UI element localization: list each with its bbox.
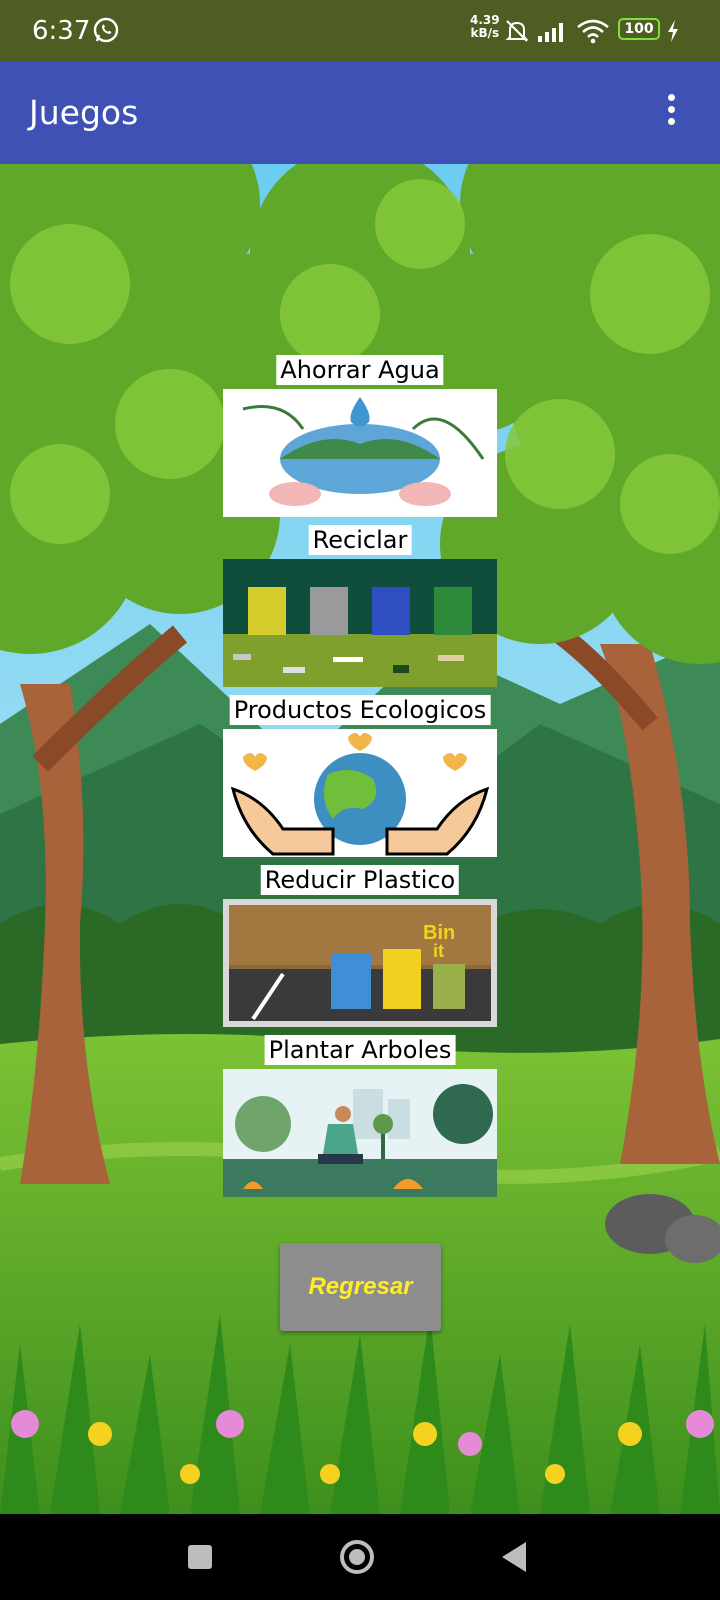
status-bar: 6:37 4.39 kB/s 100 xyxy=(0,0,720,62)
navigation-bar xyxy=(0,1514,720,1600)
earth-water-drop-hands-icon xyxy=(223,389,497,517)
whatsapp-icon xyxy=(93,17,119,43)
app-bar: Juegos xyxy=(0,62,720,164)
person-planting-tree-icon xyxy=(223,1069,497,1197)
svg-text:it: it xyxy=(433,941,444,961)
game-label-reciclar: Reciclar xyxy=(308,525,412,555)
game-reciclar-image[interactable] xyxy=(223,559,497,687)
game-productos-ecologicos-image[interactable] xyxy=(223,729,497,857)
bin-it-recycling-bins-icon: Bin it xyxy=(229,905,491,1021)
charging-icon xyxy=(668,20,678,42)
status-time: 6:37 xyxy=(32,16,91,46)
home-circle-icon[interactable] xyxy=(317,1514,397,1600)
signal-icon xyxy=(538,23,563,42)
game-label-ahorrar-agua: Ahorrar Agua xyxy=(276,355,444,385)
back-triangle-icon[interactable] xyxy=(474,1514,554,1600)
game-label-reducir-plastico: Reducir Plastico xyxy=(260,865,460,895)
mute-icon xyxy=(505,20,529,42)
recycling-bins-trash-icon xyxy=(223,559,497,687)
game-ahorrar-agua-image[interactable] xyxy=(223,389,497,517)
game-label-plantar-arboles: Plantar Arboles xyxy=(264,1035,456,1065)
recents-square-icon[interactable] xyxy=(160,1514,240,1600)
network-speed: 4.39 kB/s xyxy=(470,14,500,40)
battery-icon: 100 xyxy=(618,18,660,40)
game-plantar-arboles-image[interactable] xyxy=(223,1069,497,1197)
game-label-productos-ecologicos: Productos Ecologicos xyxy=(229,695,491,725)
game-reducir-plastico-image[interactable]: Bin it xyxy=(223,899,497,1027)
wifi-icon xyxy=(577,19,609,44)
hands-holding-earth-hearts-icon xyxy=(223,729,497,857)
regresar-button[interactable]: Regresar xyxy=(280,1243,441,1331)
page-title: Juegos xyxy=(29,93,139,132)
network-speed-unit: kB/s xyxy=(470,26,500,40)
more-vert-icon[interactable] xyxy=(664,94,678,134)
